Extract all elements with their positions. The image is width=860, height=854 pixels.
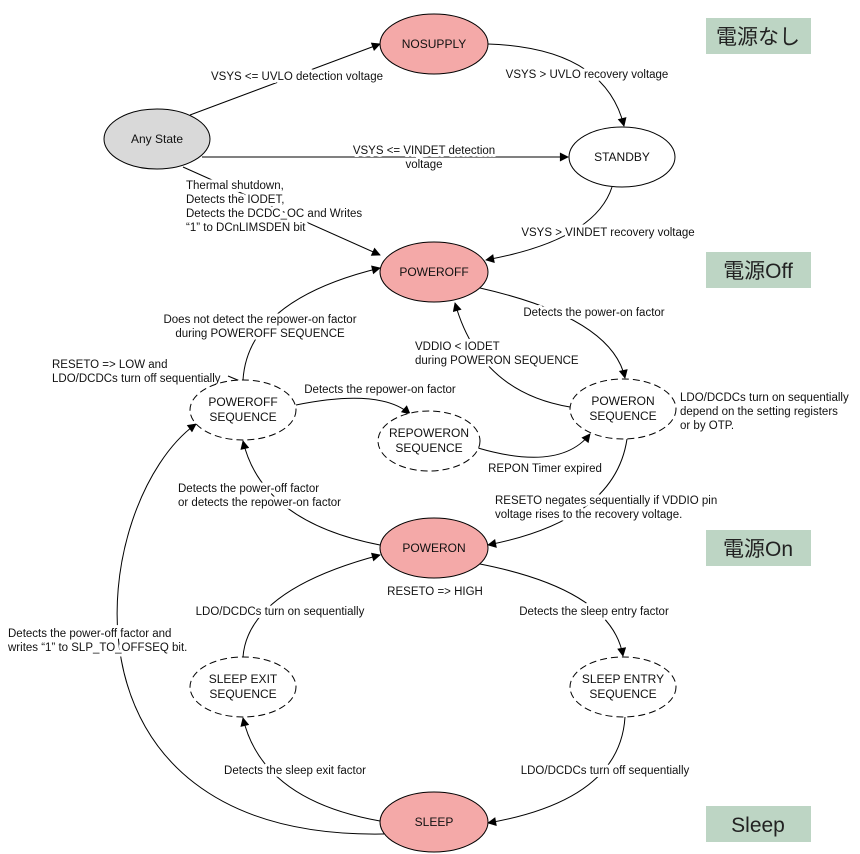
transitions: [116, 42, 628, 835]
zone-text: 電源Off: [723, 260, 793, 283]
state-nosupply: NOSUPPLY: [379, 13, 489, 75]
zone-label-sleep: Sleep: [706, 806, 811, 842]
state-label: POWEROFF: [208, 395, 277, 409]
annotation-text: LDO/DCDCs turn off sequentially: [52, 373, 221, 385]
edge-label: Detects the IODET,: [186, 194, 284, 206]
state-diagram: 電源なし 電源Off 電源On Sleep VSYS <= UVLO detec…: [4, 13, 852, 853]
state-poweron-sequence: POWERON SEQUENCE: [569, 378, 677, 440]
state-sleep-entry-sequence: SLEEP ENTRY SEQUENCE: [569, 656, 677, 718]
state-label: SEQUENCE: [209, 410, 276, 424]
state-label: STANDBY: [594, 150, 650, 164]
state-label: Any State: [131, 132, 183, 146]
state-label: SLEEP: [415, 815, 454, 829]
zone-label-nosupply: 電源なし: [706, 18, 811, 54]
state-label: SEQUENCE: [209, 687, 276, 701]
annotation-text: RESETO => LOW and: [52, 359, 167, 371]
edge-repoweron-to-poweron-seq: [477, 433, 591, 458]
zone-label-off: 電源Off: [706, 252, 811, 288]
annotation-text: or by OTP.: [680, 420, 734, 432]
edge-poweroff-seq-to-repoweron: [295, 397, 411, 415]
state-sleep: SLEEP: [379, 791, 489, 853]
edge-label: voltage: [405, 159, 442, 171]
edge-label: RESETO negates sequentially if VDDIO pin: [495, 495, 717, 507]
edge-label: Does not detect the repower-on factor: [163, 314, 356, 326]
edge-label: VSYS > VINDET recovery voltage: [521, 227, 694, 239]
edge-label: VSYS > UVLO recovery voltage: [506, 69, 669, 81]
state-poweroff-sequence: POWEROFF SEQUENCE: [189, 379, 297, 441]
state-poweroff: POWEROFF: [379, 241, 489, 303]
zone-text: 電源なし: [716, 26, 800, 49]
state-any: Any State: [103, 108, 211, 170]
state-label: POWEROFF: [399, 265, 468, 279]
state-repoweron-sequence: REPOWERON SEQUENCE: [377, 410, 481, 472]
edge-label: Thermal shutdown,: [186, 180, 284, 192]
state-label: SEQUENCE: [395, 441, 462, 455]
edge-label: Detects the sleep entry factor: [519, 606, 669, 618]
state-label: SEQUENCE: [589, 409, 656, 423]
edge-label: during POWEROFF SEQUENCE: [175, 328, 345, 340]
edge-label: Detects the DCDC_OC and Writes: [186, 208, 362, 220]
state-label: SEQUENCE: [589, 687, 656, 701]
edge-label: during POWERON SEQUENCE: [415, 355, 579, 367]
edge-label: VSYS <= UVLO detection voltage: [211, 71, 383, 83]
edge-label: LDO/DCDCs turn on sequentially: [196, 606, 365, 618]
edge-standby-to-poweroff: [485, 186, 613, 263]
state-label: POWERON: [402, 541, 465, 555]
edge-label: Detects the sleep exit factor: [224, 765, 366, 777]
zone-text: Sleep: [731, 814, 785, 837]
annotation-text: LDO/DCDCs turn on sequentially: [680, 392, 849, 404]
annotation-text: depend on the setting registers: [680, 406, 838, 418]
state-label: SLEEP ENTRY: [582, 672, 664, 686]
state-label: NOSUPPLY: [402, 37, 466, 51]
edge-label: Detects the repower-on factor: [304, 384, 456, 396]
state-standby: STANDBY: [568, 126, 676, 188]
edge-label: voltage rises to the recovery voltage.: [495, 509, 682, 521]
edge-label: LDO/DCDCs turn off sequentially: [521, 765, 690, 777]
zone-text: 電源On: [723, 538, 793, 561]
state-poweron: POWERON: [379, 517, 489, 579]
edge-label: VDDIO < IODET: [415, 341, 500, 353]
edge-label: Detects the power-off factor and: [8, 628, 171, 640]
edge-nosupply-to-standby: [487, 43, 627, 127]
state-label: REPOWERON: [389, 426, 469, 440]
edge-label: VSYS <= VINDET detection: [353, 145, 495, 157]
edge-label: REPON Timer expired: [488, 463, 602, 475]
edge-label: or detects the repower-on factor: [178, 497, 341, 509]
zone-label-on: 電源On: [706, 530, 811, 566]
edge-label: Detects the power-on factor: [523, 307, 664, 319]
annotation-text: RESETO => HIGH: [387, 586, 483, 598]
state-label: SLEEP EXIT: [209, 672, 278, 686]
edge-label: Detects the power-off factor: [178, 483, 319, 495]
state-label: POWERON: [591, 394, 654, 408]
edge-label: “1” to DCnLIMSDEN bit: [186, 222, 306, 234]
state-sleep-exit-sequence: SLEEP EXIT SEQUENCE: [189, 656, 297, 718]
edge-label: writes “1” to SLP_TO_OFFSEQ bit.: [7, 642, 187, 654]
